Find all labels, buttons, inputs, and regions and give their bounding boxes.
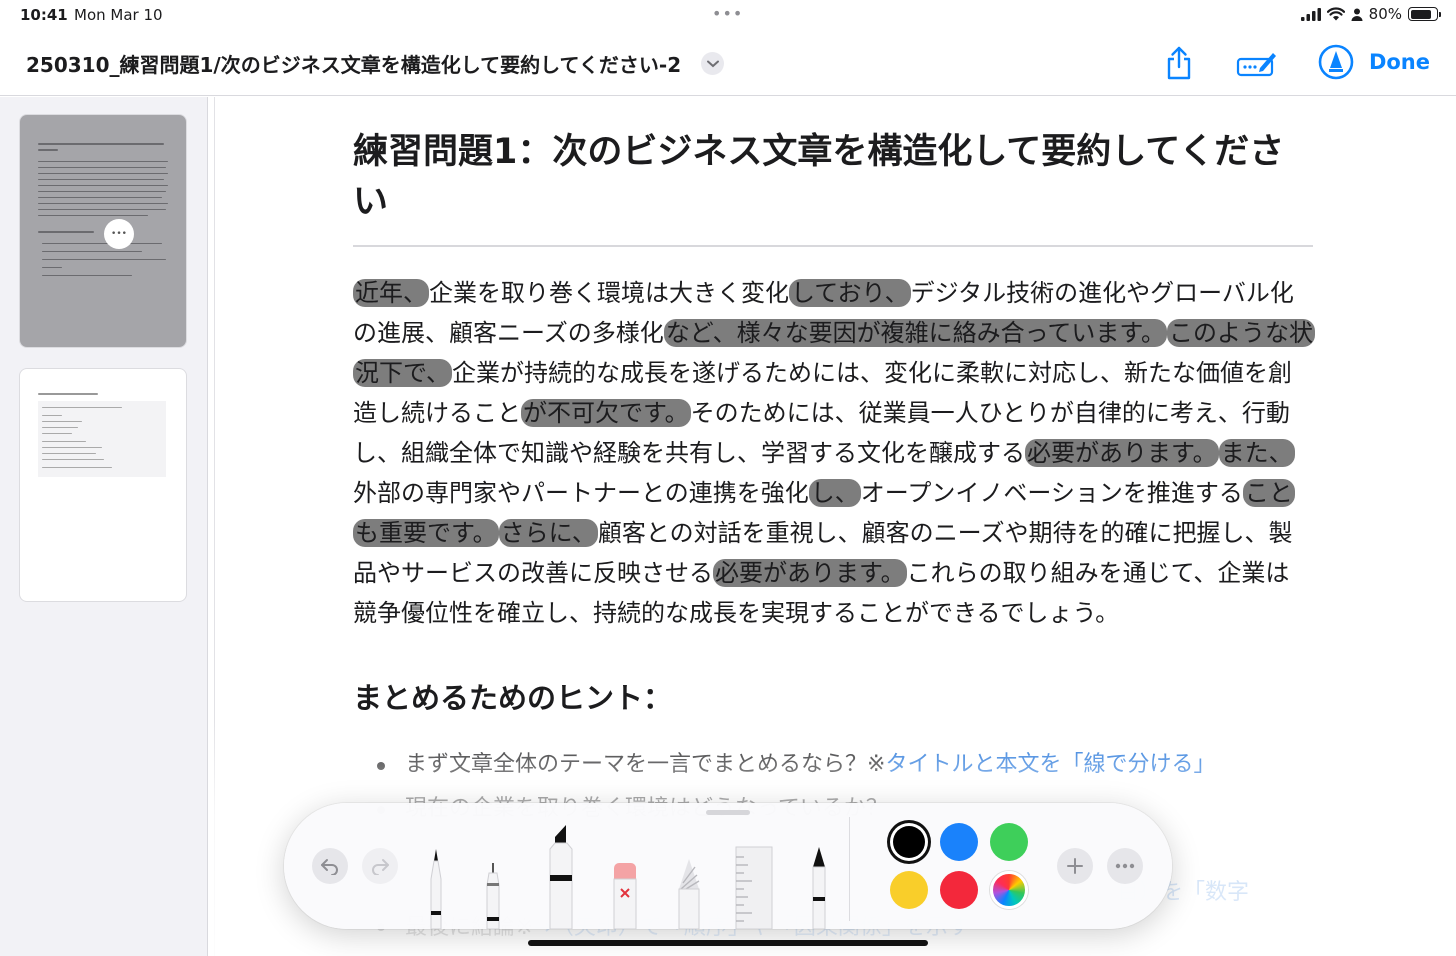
eraser-tool[interactable]: [610, 819, 640, 929]
redo-icon: [372, 859, 389, 875]
highlighted-text: が不可欠です。: [521, 399, 691, 427]
more-icon: [1115, 863, 1135, 869]
multitask-dots-icon[interactable]: •••: [712, 4, 743, 23]
fineliner-tool[interactable]: [480, 819, 506, 929]
markup-button[interactable]: [1318, 44, 1354, 84]
hint-item: まず文章全体のテーマを一言でまとめるなら？※タイトルと本文を「線で分ける」: [353, 743, 1313, 787]
battery-fill: [1410, 9, 1431, 19]
color-swatch[interactable]: [940, 871, 978, 909]
undo-button[interactable]: [312, 848, 348, 884]
status-bar: 10:41 Mon Mar 10 ••• 80%: [0, 0, 1456, 30]
pen-tool[interactable]: [426, 819, 446, 929]
color-swatch[interactable]: [990, 823, 1028, 861]
markup-pen-icon: [1318, 44, 1354, 80]
highlighted-text: 必要があります。: [713, 559, 907, 587]
highlighted-text: しており、: [789, 279, 911, 307]
status-time: 10:41: [20, 6, 68, 24]
more-options-button[interactable]: [1107, 848, 1143, 884]
plus-icon: [1067, 858, 1083, 874]
highlighted-text: さらに、: [498, 519, 598, 547]
done-button[interactable]: Done: [1369, 50, 1430, 74]
body-paragraph: 近年、企業を取り巻く環境は大きく変化しており、デジタル技術の進化やグローバル化の…: [353, 273, 1316, 633]
battery-icon: [1408, 7, 1441, 21]
cellular-signal-icon: [1300, 7, 1321, 21]
home-indicator[interactable]: [528, 940, 928, 946]
hints-heading: まとめるためのヒント：: [353, 681, 673, 715]
text-segment: オープンイノベーションを推進する: [860, 479, 1243, 507]
document-title[interactable]: 250310_練習問題1/次のビジネス文章を構造化して要約してください-2: [26, 49, 681, 78]
text-segment: 企業を取り巻く環境は大きく変化: [429, 279, 789, 307]
nav-bar: 250310_練習問題1/次のビジネス文章を構造化して要約してください-2 Do…: [0, 30, 1456, 96]
markup-tools-button[interactable]: [1236, 50, 1278, 82]
document-content: 練習問題1：次のビジネス文章を構造化して要約してください 近年、企業を取り巻く環…: [353, 127, 1316, 940]
hint-link[interactable]: タイトルと本文を「線で分ける」: [885, 752, 1215, 777]
color-swatch[interactable]: [890, 871, 928, 909]
highlighted-text: また、: [1218, 439, 1295, 467]
markup-toolbar: [284, 803, 1172, 929]
page-thumbnail-1[interactable]: •••: [20, 115, 186, 347]
color-swatch[interactable]: [940, 823, 978, 861]
battery-percent: 80%: [1368, 5, 1402, 23]
title-menu-button[interactable]: [701, 52, 724, 75]
chevron-down-icon: [706, 60, 719, 67]
document-heading: 練習問題1：次のビジネス文章を構造化して要約してください: [353, 127, 1313, 247]
toolbar-grabber[interactable]: [706, 810, 750, 815]
add-button[interactable]: [1057, 848, 1093, 884]
redo-button[interactable]: [362, 848, 398, 884]
color-picker-button[interactable]: [990, 871, 1028, 909]
page-thumbnail-2[interactable]: [20, 369, 186, 601]
color-swatch[interactable]: [893, 826, 925, 858]
highlighted-text: 近年、: [353, 279, 429, 307]
status-date: Mon Mar 10: [74, 6, 163, 24]
more-icon: •••: [111, 229, 127, 239]
pencil-tip-icon: [1236, 53, 1276, 77]
toolbar-divider: [849, 817, 850, 921]
page-thumbnail-sidebar: •••: [0, 97, 208, 956]
lasso-tool[interactable]: [674, 819, 704, 929]
hint-text: まず文章全体のテーマを一言でまとめるなら？※: [405, 752, 886, 777]
share-button[interactable]: [1164, 46, 1194, 84]
highlighted-text: し、: [808, 479, 861, 507]
ruler-tool[interactable]: [734, 845, 774, 929]
person-icon: [1351, 8, 1363, 21]
wifi-icon: [1326, 7, 1345, 21]
text-segment: 外部の専門家やパートナーとの連携を強化: [353, 479, 809, 507]
status-indicators: 80%: [1300, 5, 1441, 23]
undo-icon: [321, 859, 338, 875]
pencil-tool[interactable]: [804, 845, 834, 929]
highlighted-text: 必要があります。: [1025, 439, 1219, 467]
thumbnail-more-button[interactable]: •••: [104, 219, 134, 249]
highlighted-text: など、様々な要因が複雑に絡み合っています。: [663, 319, 1168, 347]
share-icon: [1167, 46, 1191, 80]
marker-tool[interactable]: [546, 803, 576, 929]
